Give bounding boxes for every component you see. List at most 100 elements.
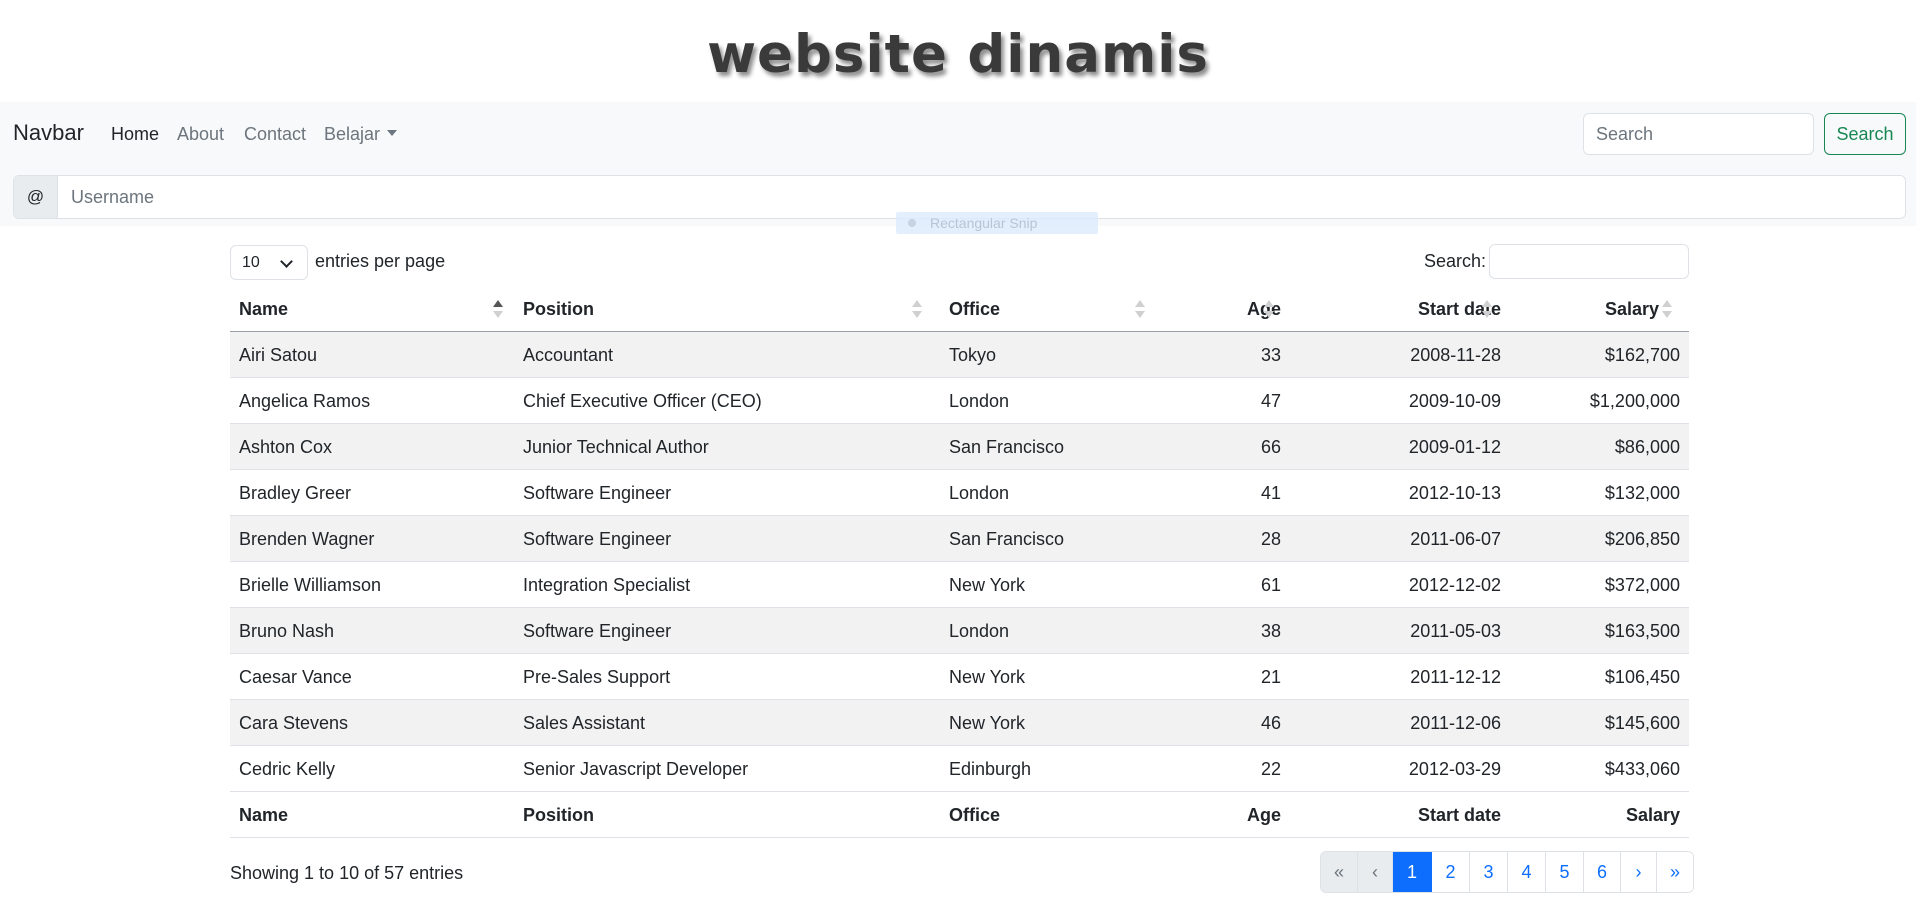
column-header-name[interactable]: Name — [239, 299, 288, 320]
cell-start-date: 2009-10-09 — [1408, 391, 1501, 411]
table-body: Airi Satou Accountant Tokyo 33 2008-11-28 $16… — [230, 332, 1689, 792]
page-next-button[interactable]: › — [1621, 852, 1657, 892]
entries-per-page-select[interactable]: 10 — [230, 245, 308, 280]
cell-salary: $145,600 — [1604, 713, 1680, 733]
cell-name: Brenden Wagner — [239, 529, 375, 549]
cell-age: 61 — [1260, 575, 1281, 595]
cell-age: 21 — [1260, 667, 1281, 687]
cell-salary: $106,450 — [1604, 667, 1680, 687]
cell-office: New York — [949, 575, 1026, 595]
cell-age: 41 — [1260, 483, 1281, 503]
cell-name: Ashton Cox — [239, 437, 333, 457]
sort-icon[interactable] — [1135, 300, 1145, 320]
cell-start-date: 2011-12-06 — [1410, 713, 1501, 733]
cell-name: Bruno Nash — [239, 621, 335, 641]
page-first-button[interactable]: « — [1321, 852, 1358, 892]
table-footer-row: Name Position Office Age Start date Sala… — [230, 792, 1689, 838]
nav-link-contact[interactable]: Contact — [244, 124, 306, 145]
table-search-label: Search: — [1424, 251, 1487, 271]
navbar-brand[interactable]: Navbar — [13, 120, 84, 146]
page-6-button[interactable]: 6 — [1584, 852, 1621, 892]
cell-office: Tokyo — [949, 345, 997, 365]
table-row: Brielle Williamson Integration Specialist… — [230, 562, 1689, 608]
cell-office: Edinburgh — [949, 759, 1032, 779]
cell-age: 33 — [1260, 345, 1281, 365]
cell-position: Junior Technical Author — [523, 437, 709, 457]
entries-per-page-value: 10 — [242, 254, 260, 271]
sort-ascending-icon[interactable] — [493, 300, 503, 320]
cell-salary: $433,060 — [1604, 759, 1680, 779]
navbar-search-button[interactable]: Search — [1824, 113, 1906, 155]
cell-age: 46 — [1260, 713, 1281, 733]
page-2-button[interactable]: 2 — [1432, 852, 1470, 892]
cell-age: 47 — [1260, 391, 1281, 411]
cell-position: Chief Executive Officer (CEO) — [523, 391, 762, 411]
cell-position: Software Engineer — [523, 621, 672, 641]
cell-salary: $163,500 — [1604, 621, 1680, 641]
page-prev-button[interactable]: ‹ — [1358, 852, 1393, 892]
cell-position: Accountant — [523, 345, 614, 365]
sort-icon[interactable] — [1482, 300, 1492, 320]
cell-name: Brielle Williamson — [239, 575, 382, 595]
nav-link-home[interactable]: Home — [111, 124, 159, 145]
cell-office: London — [949, 621, 1010, 641]
page-last-button[interactable]: » — [1657, 852, 1693, 892]
cell-age: 38 — [1260, 621, 1281, 641]
navbar: Navbar Home About Contact Belajar Search… — [0, 102, 1916, 226]
cell-office: London — [949, 391, 1010, 411]
pagination: « ‹ 1 2 3 4 5 6 › » — [1320, 851, 1694, 893]
cell-position: Sales Assistant — [523, 713, 646, 733]
cell-position: Integration Specialist — [523, 575, 691, 595]
cell-position: Software Engineer — [523, 529, 672, 549]
table-row: Ashton Cox Junior Technical Author San Fra… — [230, 424, 1689, 470]
nav-dropdown-belajar[interactable]: Belajar — [324, 124, 398, 145]
cell-office: San Francisco — [949, 529, 1065, 549]
sort-icon[interactable] — [1264, 300, 1274, 320]
at-prefix: @ — [14, 176, 58, 218]
rectangular-snip-overlay: Rectangular Snip — [896, 212, 1098, 234]
nav-link-about[interactable]: About — [177, 124, 224, 145]
cell-office: New York — [949, 667, 1026, 687]
cell-age: 66 — [1260, 437, 1281, 457]
navbar-search-input[interactable] — [1583, 113, 1814, 155]
table-header-row: Name Position Office Age Start date Sala… — [230, 286, 1689, 332]
table-row: Caesar Vance Pre-Sales Support New York 21 2… — [230, 654, 1689, 700]
cell-start-date: 2012-03-29 — [1408, 759, 1501, 779]
table-row: Bruno Nash Software Engineer London 38 2011-… — [230, 608, 1689, 654]
table-search-input[interactable] — [1489, 244, 1689, 279]
cell-name: Airi Satou — [239, 345, 318, 365]
sort-icon[interactable] — [912, 300, 922, 320]
column-header-position[interactable]: Position — [523, 299, 594, 320]
caret-down-icon — [387, 130, 398, 136]
column-footer-office: Office — [949, 805, 1001, 825]
page-1-button[interactable]: 1 — [1393, 852, 1432, 892]
table-info: Showing 1 to 10 of 57 entries — [230, 863, 464, 883]
page-5-button[interactable]: 5 — [1546, 852, 1584, 892]
cell-salary: $206,850 — [1604, 529, 1680, 549]
cell-office: San Francisco — [949, 437, 1065, 457]
cell-start-date: 2012-12-02 — [1408, 575, 1501, 595]
cell-name: Caesar Vance — [239, 667, 352, 687]
cell-age: 28 — [1260, 529, 1281, 549]
column-header-office[interactable]: Office — [949, 299, 1000, 320]
cell-name: Cedric Kelly — [239, 759, 336, 779]
cell-start-date: 2011-05-03 — [1410, 621, 1501, 641]
cell-salary: $86,000 — [1614, 437, 1680, 457]
cell-name: Bradley Greer — [239, 483, 352, 503]
page-4-button[interactable]: 4 — [1508, 852, 1546, 892]
cell-salary: $132,000 — [1604, 483, 1680, 503]
page-3-button[interactable]: 3 — [1470, 852, 1508, 892]
cell-position: Software Engineer — [523, 483, 672, 503]
column-footer-start-date: Start date — [1417, 805, 1501, 825]
column-footer-position: Position — [523, 805, 594, 825]
snip-icon — [908, 219, 916, 227]
column-header-salary[interactable]: Salary — [1605, 299, 1659, 320]
sort-icon[interactable] — [1662, 300, 1672, 320]
table-row: Bradley Greer Software Engineer London 41 20… — [230, 470, 1689, 516]
cell-start-date: 2011-12-12 — [1410, 667, 1501, 687]
site-title: website dinamis — [707, 24, 1209, 85]
table-row: Cara Stevens Sales Assistant New York 46 201… — [230, 700, 1689, 746]
table-row: Cedric Kelly Senior Javascript Developer E… — [230, 746, 1689, 792]
cell-start-date: 2008-11-28 — [1410, 345, 1501, 365]
column-footer-salary: Salary — [1625, 805, 1680, 825]
